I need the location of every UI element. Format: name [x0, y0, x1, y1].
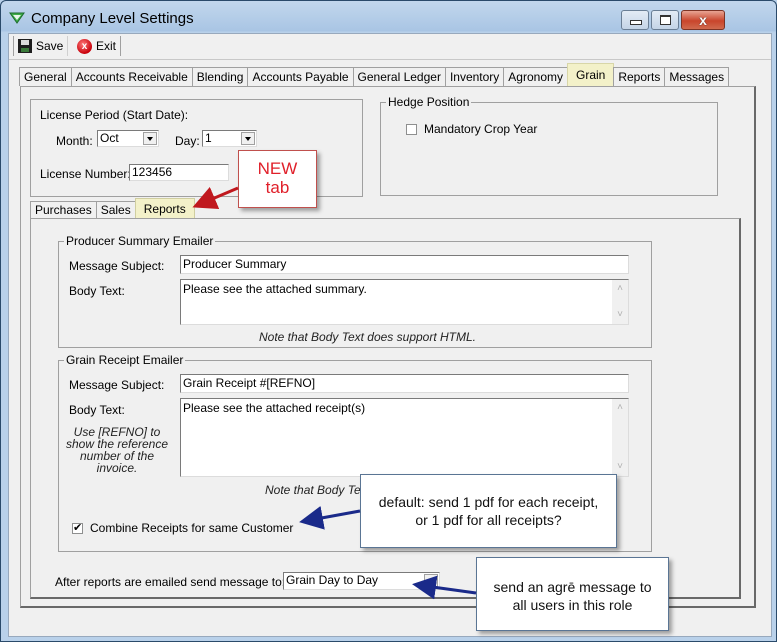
new-tab-callout: NEW tab [238, 150, 317, 208]
tab-inventory[interactable]: Inventory [444, 67, 505, 86]
scroll-down-icon[interactable]: ˅ [612, 308, 628, 322]
combine-receipts-label[interactable]: Combine Receipts for same Customer [90, 521, 293, 535]
tab-general-ledger[interactable]: General Ledger [352, 67, 446, 86]
close-button[interactable]: x [681, 10, 725, 30]
receipt-body-scrollbar[interactable]: ˄ ˅ [612, 399, 628, 476]
tab-accounts-payable[interactable]: Accounts Payable [247, 67, 354, 86]
hedge-position-legend: Hedge Position [386, 95, 472, 109]
exit-label: Exit [96, 39, 117, 53]
producer-subject-label: Message Subject: [69, 259, 165, 273]
mandatory-crop-year-checkbox[interactable] [406, 124, 417, 135]
tab-accounts-receivable[interactable]: Accounts Receivable [70, 67, 193, 86]
window-title: Company Level Settings [31, 10, 194, 27]
tab-reports[interactable]: Reports [613, 67, 666, 86]
chevron-down-icon[interactable] [241, 132, 255, 145]
day-select[interactable]: 1 [202, 130, 257, 147]
message-role-select[interactable]: Grain Day to Day [283, 572, 440, 590]
main-tabs: General Accounts Receivable Blending Acc… [19, 63, 730, 86]
scroll-down-icon[interactable]: ˅ [612, 460, 628, 474]
exit-button[interactable]: x Exit [73, 36, 122, 56]
tab-agronomy[interactable]: Agronomy [503, 67, 568, 86]
message-role-value: Grain Day to Day [286, 573, 379, 587]
tab-sales[interactable]: Sales [95, 201, 136, 219]
producer-summary-group: Producer Summary Emailer Message Subject… [58, 234, 652, 348]
grain-receipt-legend: Grain Receipt Emailer [64, 353, 186, 367]
combine-callout: default: send 1 pdf for each receipt, or… [360, 474, 617, 548]
app-logo-icon [9, 12, 25, 24]
close-icon: x [699, 12, 707, 28]
day-value: 1 [205, 131, 212, 145]
receipt-body-value: Please see the attached receipt(s) [183, 401, 366, 415]
floppy-disk-icon [18, 39, 32, 53]
license-period-label: License Period (Start Date): [40, 108, 189, 122]
combine-receipts-checkbox[interactable] [72, 521, 83, 534]
after-reports-label: After reports are emailed send message t… [55, 575, 286, 589]
mandatory-crop-year-label[interactable]: Mandatory Crop Year [424, 122, 537, 136]
receipt-body-label: Body Text: [69, 403, 125, 417]
producer-subject-input[interactable]: Producer Summary [180, 255, 629, 274]
chevron-down-icon[interactable] [143, 132, 157, 145]
receipt-html-note: Note that Body Text does support HTML. [265, 483, 365, 497]
combine-callout-line2: or 1 pdf for all receipts? [415, 512, 562, 528]
message-callout-line2: all users in this role [512, 597, 633, 613]
day-label: Day: [175, 134, 200, 148]
tab-blending[interactable]: Blending [191, 67, 249, 86]
license-number-label: License Number: [40, 167, 131, 181]
producer-summary-legend: Producer Summary Emailer [64, 234, 216, 248]
new-tab-callout-line1: NEW [257, 159, 298, 178]
exit-x-icon: x [77, 38, 92, 54]
month-label: Month: [56, 134, 93, 148]
tab-sub-reports[interactable]: Reports [134, 198, 195, 219]
scroll-up-icon[interactable]: ˄ [612, 282, 628, 296]
scroll-up-icon[interactable]: ˄ [612, 401, 628, 415]
combine-callout-line1: default: send 1 pdf for each receipt, [378, 494, 599, 510]
message-callout: send an agrē message to all users in thi… [476, 557, 669, 631]
minimize-button[interactable] [621, 10, 649, 30]
maximize-icon [660, 15, 671, 25]
producer-body-textarea[interactable]: Please see the attached summary. ˄ ˅ [180, 279, 629, 325]
hedge-position-group: Hedge Position Mandatory Crop Year [380, 95, 718, 196]
new-tab-callout-line2: tab [265, 178, 290, 197]
title-bar[interactable]: Company Level Settings x [1, 1, 776, 33]
message-callout-line1: send an agrē message to [493, 579, 652, 595]
chevron-down-icon[interactable] [424, 574, 438, 587]
tab-purchases[interactable]: Purchases [30, 201, 97, 219]
save-button[interactable]: Save [13, 36, 69, 56]
license-number-input[interactable]: 123456 [129, 164, 229, 181]
maximize-button[interactable] [651, 10, 679, 30]
tab-general[interactable]: General [19, 67, 72, 86]
save-label: Save [36, 39, 64, 53]
producer-body-label: Body Text: [69, 284, 125, 298]
receipt-subject-input[interactable]: Grain Receipt #[REFNO] [180, 374, 629, 393]
tab-grain[interactable]: Grain [567, 63, 615, 86]
producer-body-scrollbar[interactable]: ˄ ˅ [612, 280, 628, 324]
producer-body-value: Please see the attached summary. [183, 282, 367, 296]
receipt-subject-label: Message Subject: [69, 378, 165, 392]
receipt-body-textarea[interactable]: Please see the attached receipt(s) ˄ ˅ [180, 398, 629, 477]
tab-messages[interactable]: Messages [664, 67, 730, 86]
month-value: Oct [100, 131, 119, 145]
toolbar: Save x Exit [9, 34, 771, 60]
month-select[interactable]: Oct [97, 130, 159, 147]
producer-html-note: Note that Body Text does support HTML. [259, 330, 477, 344]
grain-sub-tabs: Purchases Sales Reports [30, 198, 195, 219]
refno-hint: Use [REFNO] to show the reference number… [65, 425, 169, 475]
minimize-icon [630, 20, 642, 25]
